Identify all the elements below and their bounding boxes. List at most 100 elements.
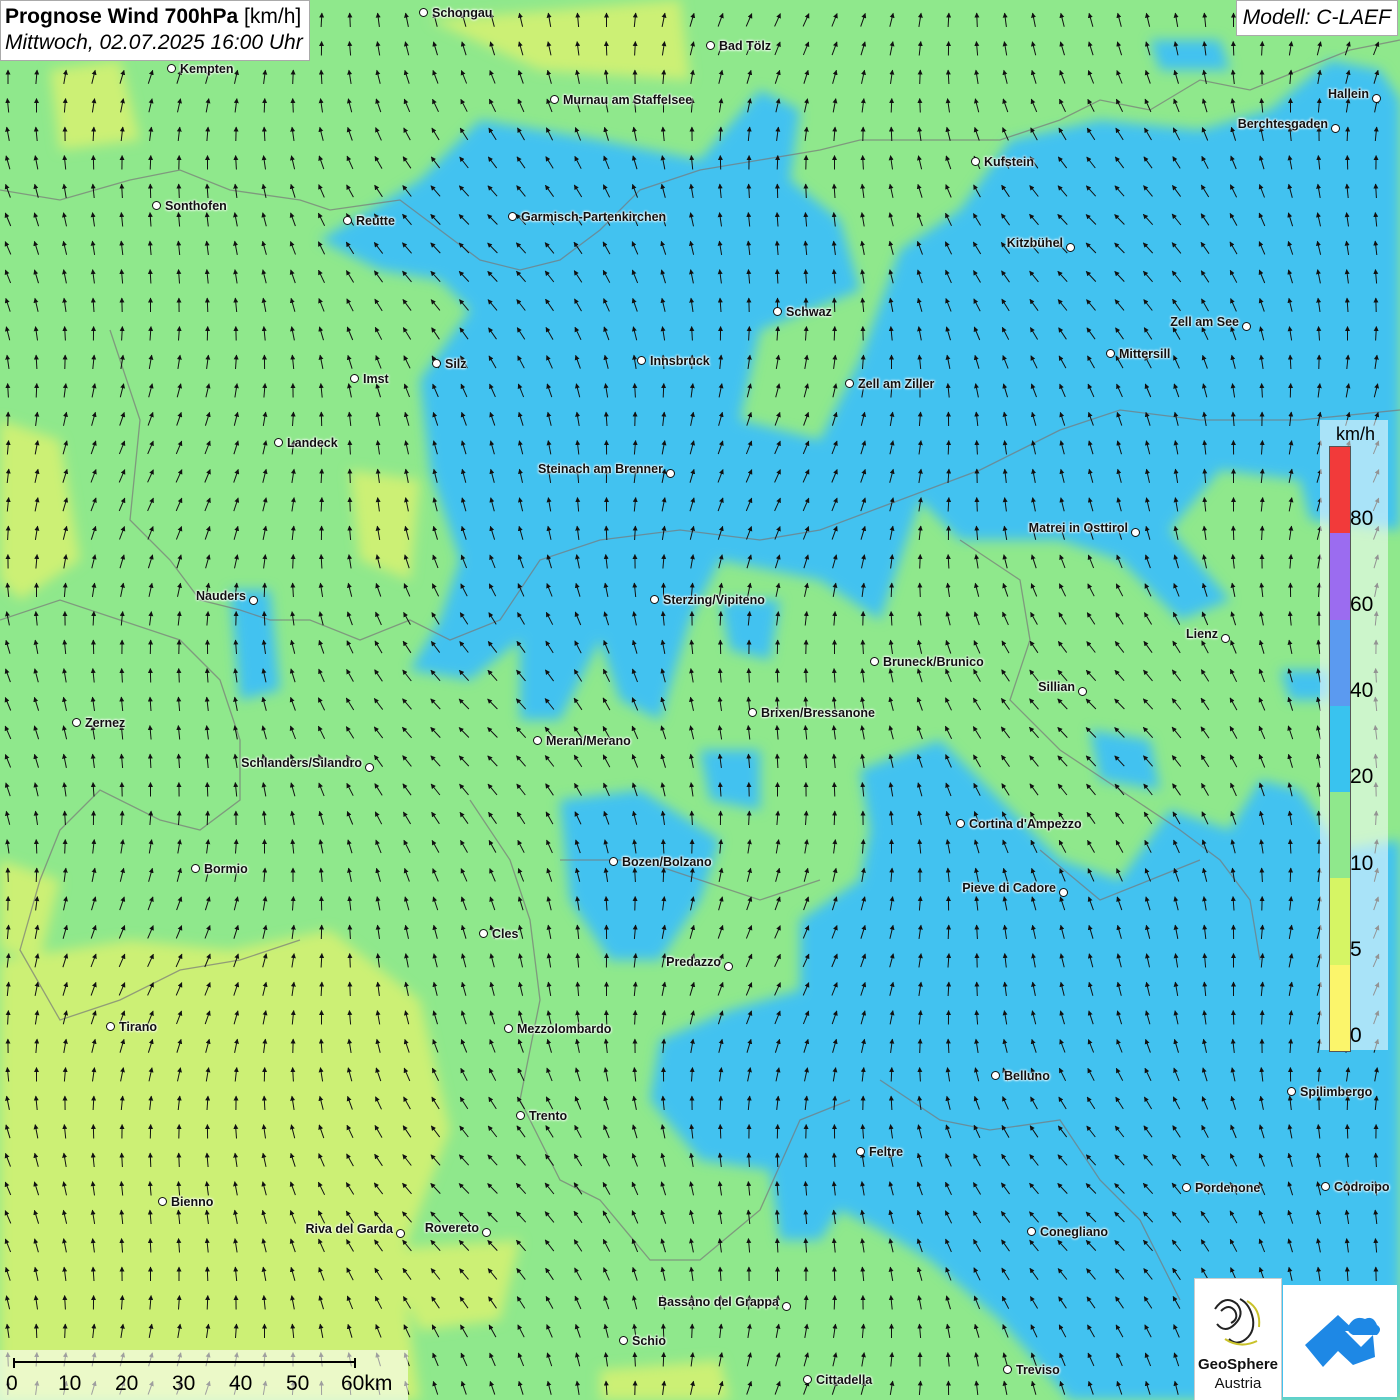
- city-label: Codroipo: [1334, 1180, 1390, 1194]
- city-marker: [274, 438, 283, 447]
- city-label: Landeck: [287, 436, 338, 450]
- city-label: Kitzbühel: [1006, 236, 1063, 250]
- city-label: Conegliano: [1040, 1225, 1109, 1239]
- city-label: Cittadella: [816, 1373, 873, 1387]
- legend-unit: km/h: [1336, 424, 1376, 444]
- city-label: Bassano del Grappa: [658, 1295, 779, 1309]
- city-label: Mittersill: [1119, 347, 1171, 361]
- city-marker: [508, 212, 517, 221]
- city-marker: [650, 595, 659, 604]
- city-label: Steinach am Brenner: [537, 462, 663, 476]
- city-label: Meran/Merano: [546, 734, 631, 748]
- legend-label: 60: [1350, 593, 1374, 616]
- city-marker: [482, 1228, 491, 1237]
- scale-label: 50: [286, 1372, 310, 1395]
- city-marker: [1182, 1183, 1191, 1192]
- city-marker: [365, 763, 374, 772]
- city-marker: [1321, 1182, 1330, 1191]
- city-label: Kempten: [180, 62, 234, 76]
- legend-colorbar: [1329, 446, 1351, 1052]
- city-marker: [706, 41, 715, 50]
- city-label: Cles: [492, 927, 519, 941]
- city-marker: [956, 819, 965, 828]
- city-marker: [1221, 634, 1230, 643]
- city-label: Innsbruck: [650, 354, 710, 368]
- city-label: Sillian: [1038, 680, 1075, 694]
- city-label: Sterzing/Vipiteno: [663, 593, 765, 607]
- city-label: Zell am See: [1170, 315, 1239, 329]
- city-marker: [432, 359, 441, 368]
- legend-swatch: [1330, 619, 1350, 707]
- city-label: Reutte: [356, 214, 395, 228]
- city-label: Zell am Ziller: [858, 377, 935, 391]
- city-label: Cortina d'Ampezzo: [969, 817, 1082, 831]
- city-marker: [191, 864, 200, 873]
- city-marker: [350, 374, 359, 383]
- city-label: Brixen/Bressanone: [761, 706, 875, 720]
- title-unit: [km/h]: [244, 5, 302, 28]
- city-marker: [748, 708, 757, 717]
- city-marker: [1331, 124, 1340, 133]
- legend-swatch: [1330, 533, 1350, 621]
- city-label: Schio: [632, 1334, 667, 1348]
- city-marker: [1242, 322, 1251, 331]
- scale-label: 30: [172, 1372, 196, 1395]
- city-marker: [152, 201, 161, 210]
- city-label: Schwaz: [786, 305, 832, 319]
- city-marker: [158, 1197, 167, 1206]
- city-marker: [845, 379, 854, 388]
- legend-label: 5: [1350, 938, 1362, 961]
- city-label: Zernez: [85, 716, 126, 730]
- city-marker: [72, 718, 81, 727]
- city-marker: [419, 8, 428, 17]
- city-marker: [773, 307, 782, 316]
- city-label: Bormio: [204, 862, 248, 876]
- city-label: Murnau am Staffelsee: [563, 93, 693, 107]
- city-marker: [167, 64, 176, 73]
- city-label: Tirano: [119, 1020, 157, 1034]
- city-marker: [619, 1336, 628, 1345]
- city-label: Trento: [529, 1109, 568, 1123]
- city-marker: [666, 469, 675, 478]
- city-label: Pieve di Cadore: [962, 881, 1056, 895]
- title-box: Prognose Wind 700hPa [km/h] Mittwoch, 02…: [0, 0, 310, 61]
- scale-label: 40: [229, 1372, 253, 1395]
- city-marker: [1078, 687, 1087, 696]
- city-marker: [550, 95, 559, 104]
- city-label: Bruneck/Brunico: [883, 655, 984, 669]
- city-label: Kufstein: [984, 155, 1034, 169]
- city-marker: [856, 1147, 865, 1156]
- city-marker: [1287, 1087, 1296, 1096]
- city-marker: [1106, 349, 1115, 358]
- city-label: Berchtesgaden: [1237, 117, 1328, 131]
- city-marker: [343, 216, 352, 225]
- wind-forecast-map: Schongau Bad Tölz Kempten Murnau am Staffel…: [0, 0, 1400, 1400]
- city-marker: [516, 1111, 525, 1120]
- title-bold: Prognose Wind 700hPa: [5, 5, 239, 28]
- city-marker: [1066, 243, 1075, 252]
- legend-label: 40: [1350, 679, 1374, 702]
- legend-swatch: [1330, 878, 1350, 966]
- city-label: Imst: [363, 372, 389, 386]
- city-label: Predazzo: [666, 955, 721, 969]
- city-marker: [1059, 888, 1068, 897]
- city-label: Matrei in Osttirol: [1028, 521, 1128, 535]
- city-marker: [803, 1375, 812, 1384]
- legend-swatch: [1330, 792, 1350, 879]
- city-marker: [724, 962, 733, 971]
- scale-label: 20: [115, 1372, 139, 1395]
- city-marker: [1003, 1365, 1012, 1374]
- city-label: Spilimbergo: [1300, 1085, 1373, 1099]
- city-marker: [249, 596, 258, 605]
- legend-swatch: [1330, 964, 1350, 1052]
- city-marker: [637, 356, 646, 365]
- city-marker: [504, 1024, 513, 1033]
- city-marker: [870, 657, 879, 666]
- city-label: Schlanders/Silandro: [241, 756, 362, 770]
- legend-label: 20: [1350, 765, 1374, 788]
- city-label: Pordenone: [1195, 1181, 1261, 1195]
- city-label: Bienno: [171, 1195, 214, 1209]
- city-label: Lienz: [1186, 627, 1218, 641]
- app-logo[interactable]: [1283, 1285, 1397, 1397]
- geosphere-logo-icon: [1214, 1298, 1261, 1346]
